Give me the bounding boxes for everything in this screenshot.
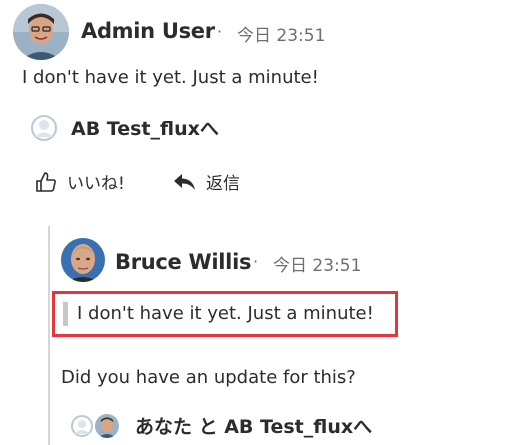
mention-label: AB Test_fluxへ (71, 118, 219, 140)
separator-dot: · (217, 22, 223, 41)
comment-mention[interactable]: AB Test_fluxへ (31, 114, 219, 141)
quoted-message-highlight[interactable]: I don't have it yet. Just a minute! (52, 291, 398, 337)
thumbs-up-icon (36, 171, 56, 192)
user-placeholder-icon (31, 114, 57, 141)
bruce-willis-avatar[interactable] (61, 238, 105, 282)
reply-arrow-icon (174, 173, 195, 190)
comment-author[interactable]: Admin User (81, 19, 215, 43)
reply-mention[interactable]: あなた と AB Test_fluxへ (71, 412, 372, 439)
quoted-text: I don't have it yet. Just a minute! (77, 303, 374, 324)
reply-separator-dot: · (253, 252, 259, 271)
reply-timestamp: 今日 23:51 (273, 256, 362, 276)
thread-line (48, 226, 50, 445)
reply-button[interactable]: 返信 (172, 169, 240, 194)
user-placeholder-icon (71, 414, 93, 437)
comment-timestamp: 今日 23:51 (237, 26, 326, 46)
quote-bar (63, 302, 68, 326)
admin-user-mini-avatar (95, 413, 119, 438)
like-label: いいね! (67, 174, 125, 194)
reply-text: Did you have an update for this? (61, 367, 356, 388)
reply-label: 返信 (206, 174, 240, 194)
reply-author[interactable]: Bruce Willis (115, 250, 251, 274)
admin-user-avatar[interactable] (13, 4, 69, 60)
reply-mention-label: あなた と AB Test_fluxへ (135, 416, 373, 438)
comment-text: I don't have it yet. Just a minute! (22, 67, 319, 88)
like-button[interactable]: いいね! (35, 169, 125, 194)
comment-thread: Admin User · 今日 23:51 I don't have it ye… (0, 0, 518, 445)
